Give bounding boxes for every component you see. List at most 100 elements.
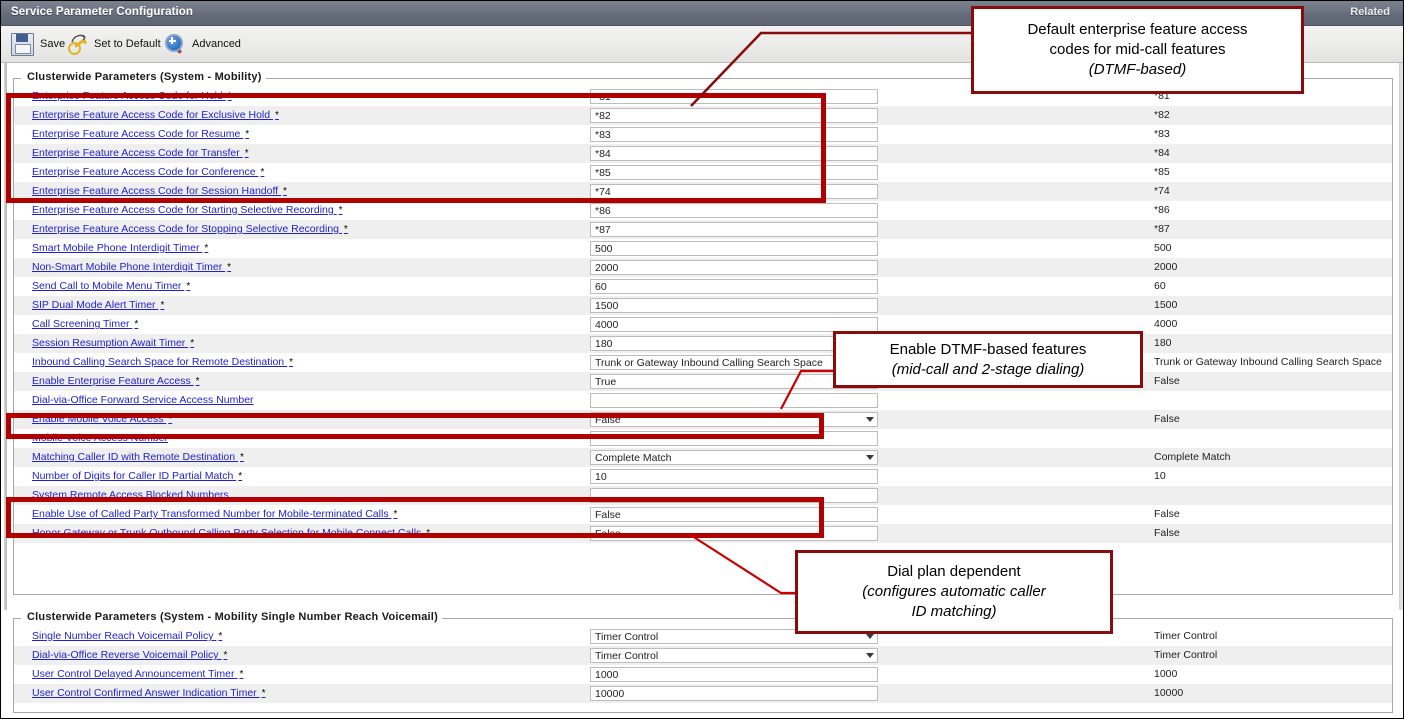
parameter-value: 1000 bbox=[595, 669, 619, 681]
callout-line-3: ID matching) bbox=[911, 603, 997, 620]
callout-line-3: (DTMF-based) bbox=[1088, 61, 1187, 78]
parameter-link[interactable]: Dial-via-Office Reverse Voicemail Policy… bbox=[32, 649, 227, 661]
parameter-row: Enterprise Feature Access Code for Start… bbox=[14, 201, 1392, 220]
chevron-down-icon[interactable] bbox=[866, 417, 874, 422]
parameter-value: 4000 bbox=[595, 319, 619, 331]
parameter-default-value: *74 bbox=[1154, 185, 1170, 197]
parameter-link[interactable]: Enterprise Feature Access Code for Start… bbox=[32, 204, 343, 216]
parameter-default-value: 10000 bbox=[1154, 687, 1184, 699]
parameter-value: True bbox=[595, 376, 617, 388]
parameter-link[interactable]: Enable Enterprise Feature Access * bbox=[32, 375, 200, 387]
parameter-row: Inbound Calling Search Space for Remote … bbox=[14, 353, 1392, 372]
parameter-row: Enterprise Feature Access Code for Stopp… bbox=[14, 220, 1392, 239]
parameter-default-value: 1000 bbox=[1154, 668, 1178, 680]
advanced-button-label: Advanced bbox=[192, 38, 241, 50]
parameter-link[interactable]: Call Screening Timer * bbox=[32, 318, 138, 330]
parameter-default-value: Complete Match bbox=[1154, 451, 1231, 463]
parameter-default-value: False bbox=[1154, 375, 1180, 387]
parameter-default-value: *83 bbox=[1154, 128, 1170, 140]
chevron-down-icon[interactable] bbox=[866, 455, 874, 460]
parameter-link[interactable]: User Control Confirmed Answer Indication… bbox=[32, 687, 266, 699]
parameter-input[interactable]: *87 bbox=[590, 222, 878, 237]
parameter-input[interactable]: 10 bbox=[590, 469, 878, 484]
parameter-default-value: False bbox=[1154, 527, 1180, 539]
parameter-link[interactable]: Dial-via-Office Forward Service Access N… bbox=[32, 394, 254, 406]
required-asterisk: * bbox=[289, 357, 293, 368]
save-button[interactable]: Save bbox=[11, 30, 65, 58]
parameter-value: 2000 bbox=[595, 262, 619, 274]
parameter-default-value: *85 bbox=[1154, 166, 1170, 178]
required-asterisk: * bbox=[240, 452, 244, 463]
save-button-label: Save bbox=[40, 38, 66, 50]
parameter-value: Timer Control bbox=[595, 631, 659, 643]
required-asterisk: * bbox=[218, 631, 223, 642]
group-legend-voicemail: Clusterwide Parameters (System - Mobilit… bbox=[23, 611, 442, 623]
parameter-row: SIP Dual Mode Alert Timer * 1500 1500 bbox=[14, 296, 1392, 315]
parameter-default-value: *82 bbox=[1154, 109, 1170, 121]
parameter-select[interactable]: Timer Control bbox=[590, 648, 878, 663]
parameter-row: User Control Delayed Announcement Timer … bbox=[14, 665, 1392, 684]
required-asterisk: * bbox=[190, 338, 195, 349]
magnifier-plus-icon bbox=[165, 33, 186, 55]
advanced-button[interactable]: Advanced bbox=[165, 30, 241, 58]
required-asterisk: * bbox=[343, 224, 348, 235]
parameter-default-value: Timer Control bbox=[1154, 649, 1218, 661]
parameter-input[interactable]: 2000 bbox=[590, 260, 878, 275]
parameter-link[interactable]: Send Call to Mobile Menu Timer * bbox=[32, 280, 190, 292]
parameter-default-value: *84 bbox=[1154, 147, 1170, 159]
parameter-row: Matching Caller ID with Remote Destinati… bbox=[14, 448, 1392, 467]
set-to-default-label: Set to Default bbox=[94, 38, 161, 50]
parameter-input[interactable]: 1500 bbox=[590, 298, 878, 313]
parameter-link[interactable]: Single Number Reach Voicemail Policy * bbox=[32, 630, 222, 642]
parameter-row: Single Number Reach Voicemail Policy * Ti… bbox=[14, 627, 1392, 646]
parameter-default-value: 4000 bbox=[1154, 318, 1178, 330]
parameter-default-value: False bbox=[1154, 508, 1180, 520]
parameter-link[interactable]: Session Resumption Await Timer * bbox=[32, 337, 194, 349]
parameter-value: 10000 bbox=[595, 688, 625, 700]
required-asterisk: * bbox=[227, 262, 232, 273]
parameter-link[interactable]: SIP Dual Mode Alert Timer * bbox=[32, 299, 164, 311]
parameter-link[interactable]: Matching Caller ID with Remote Destinati… bbox=[32, 451, 244, 463]
parameter-default-value: 180 bbox=[1154, 337, 1172, 349]
parameter-default-value: *87 bbox=[1154, 223, 1170, 235]
parameter-select[interactable]: Complete Match bbox=[590, 450, 878, 465]
parameter-input[interactable]: *86 bbox=[590, 203, 878, 218]
parameter-input[interactable]: 10000 bbox=[590, 686, 878, 701]
set-to-default-button[interactable]: Set to Default bbox=[67, 30, 161, 58]
related-links-menu[interactable]: Related bbox=[1350, 6, 1390, 18]
parameter-value: *86 bbox=[595, 205, 611, 217]
parameter-link[interactable]: Inbound Calling Search Space for Remote … bbox=[32, 356, 293, 368]
parameter-default-value: 1500 bbox=[1154, 299, 1178, 311]
parameter-default-value: 10 bbox=[1154, 470, 1166, 482]
parameter-link[interactable]: Smart Mobile Phone Interdigit Timer * bbox=[32, 242, 208, 254]
required-asterisk: * bbox=[160, 300, 165, 311]
key-icon bbox=[67, 34, 88, 55]
parameter-link[interactable]: Non-Smart Mobile Phone Interdigit Timer … bbox=[32, 261, 231, 273]
parameter-default-value: *86 bbox=[1154, 204, 1170, 216]
parameter-value: 1500 bbox=[595, 300, 619, 312]
required-asterisk: * bbox=[261, 688, 266, 699]
parameter-input[interactable]: 500 bbox=[590, 241, 878, 256]
service-parameter-configuration-window: Service Parameter Configuration Related … bbox=[0, 0, 1404, 719]
parameter-default-value: 2000 bbox=[1154, 261, 1178, 273]
parameter-row: Smart Mobile Phone Interdigit Timer * 500… bbox=[14, 239, 1392, 258]
parameter-default-value: Timer Control bbox=[1154, 630, 1218, 642]
parameter-row: Dial-via-Office Forward Service Access N… bbox=[14, 391, 1392, 410]
parameter-link[interactable]: User Control Delayed Announcement Timer … bbox=[32, 668, 243, 680]
chevron-down-icon[interactable] bbox=[866, 653, 874, 658]
right-scrollbar[interactable] bbox=[1399, 63, 1403, 610]
chevron-down-icon[interactable] bbox=[866, 634, 874, 639]
parameter-link[interactable]: Number of Digits for Caller ID Partial M… bbox=[32, 470, 242, 482]
parameter-default-value: Trunk or Gateway Inbound Calling Search … bbox=[1154, 356, 1382, 368]
parameter-default-value: False bbox=[1154, 413, 1180, 425]
save-icon bbox=[11, 32, 34, 56]
required-asterisk: * bbox=[134, 319, 139, 330]
parameter-value: Complete Match bbox=[595, 452, 672, 464]
callout-default-feature-access-codes: Default enterprise feature access codes … bbox=[971, 6, 1304, 94]
parameter-row: Send Call to Mobile Menu Timer * 60 60 bbox=[14, 277, 1392, 296]
parameter-input[interactable]: 4000 bbox=[590, 317, 878, 332]
required-asterisk: * bbox=[195, 376, 200, 387]
parameter-input[interactable]: 1000 bbox=[590, 667, 878, 682]
parameter-input[interactable]: 60 bbox=[590, 279, 878, 294]
parameter-link[interactable]: Enterprise Feature Access Code for Stopp… bbox=[32, 223, 348, 235]
